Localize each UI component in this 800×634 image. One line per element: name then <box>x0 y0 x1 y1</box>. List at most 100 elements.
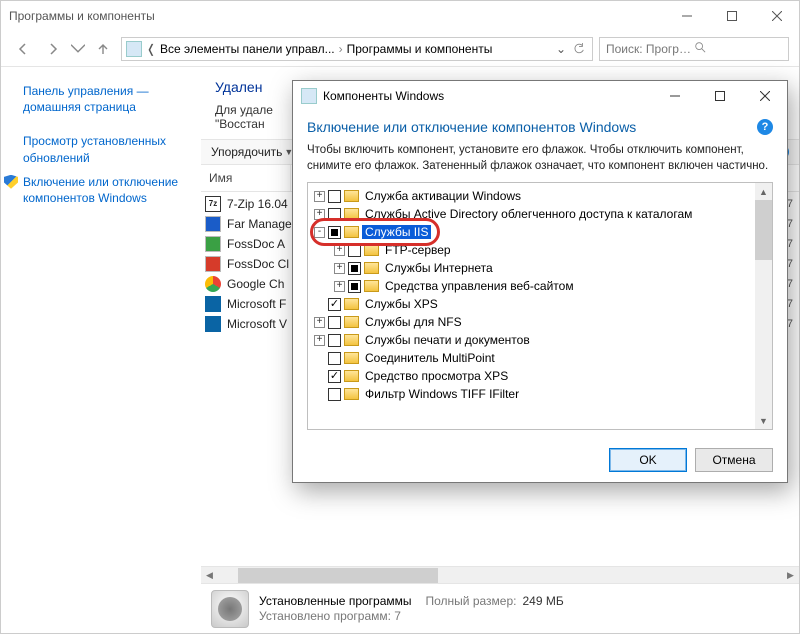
program-icon <box>205 216 221 232</box>
folder-icon <box>344 208 359 220</box>
search-icon <box>694 41 782 56</box>
shield-icon <box>4 175 18 189</box>
tree-node[interactable]: + Службы Active Directory облегченного до… <box>310 205 753 223</box>
cancel-button[interactable]: Отмена <box>695 448 773 472</box>
collapse-icon[interactable]: - <box>314 227 325 238</box>
tree-node[interactable]: +Служба активации Windows <box>310 187 753 205</box>
close-button[interactable] <box>754 1 799 31</box>
checkbox[interactable] <box>348 244 361 257</box>
expand-icon[interactable]: + <box>334 281 345 292</box>
dialog-minimize-button[interactable] <box>652 81 697 111</box>
scroll-thumb[interactable] <box>238 568 438 583</box>
recent-dropdown[interactable] <box>71 37 85 61</box>
status-bar: Установленные программы Полный размер: 2… <box>201 583 799 633</box>
tree-node[interactable]: +Службы Интернета <box>310 259 753 277</box>
organize-button[interactable]: Упорядочить ▼ <box>211 145 293 159</box>
horizontal-scrollbar[interactable]: ◀ ▶ <box>201 566 799 583</box>
scroll-thumb[interactable] <box>755 200 772 260</box>
expand-placeholder <box>314 389 325 400</box>
checkbox[interactable] <box>328 370 341 383</box>
program-name: 7-Zip 16.04 <box>227 197 288 211</box>
status-count: Установлено программ: 7 <box>259 609 564 623</box>
expand-icon[interactable]: + <box>334 263 345 274</box>
chevron-right-icon: ❬ <box>146 42 156 56</box>
minimize-button[interactable] <box>664 1 709 31</box>
status-info: Установленные программы Полный размер: 2… <box>259 594 564 623</box>
expand-icon[interactable]: + <box>314 191 325 202</box>
expand-placeholder <box>314 353 325 364</box>
tree-node[interactable]: +FTP-сервер <box>310 241 753 259</box>
maximize-button[interactable] <box>709 1 754 31</box>
breadcrumb-bar[interactable]: ❬ Все элементы панели управл... › Програ… <box>121 37 593 61</box>
program-icon <box>205 296 221 312</box>
program-name: FossDoc Cl <box>227 257 289 271</box>
sidebar-link-home[interactable]: Панель управления — домашняя страница <box>1 79 201 119</box>
program-icon <box>205 256 221 272</box>
back-button[interactable] <box>11 37 35 61</box>
tree-node-label: Соединитель MultiPoint <box>362 351 498 365</box>
tree-node[interactable]: Средство просмотра XPS <box>310 367 753 385</box>
program-icon: 7z <box>205 196 221 212</box>
checkbox[interactable] <box>348 262 361 275</box>
checkbox[interactable] <box>328 208 341 221</box>
folder-icon <box>344 370 359 382</box>
expand-placeholder <box>314 299 325 310</box>
checkbox[interactable] <box>328 190 341 203</box>
help-icon[interactable]: ? <box>757 119 773 135</box>
breadcrumb-item[interactable]: Программы и компоненты <box>347 42 493 56</box>
folder-icon <box>344 388 359 400</box>
tree-node-label: Средства управления веб-сайтом <box>382 279 577 293</box>
breadcrumb-item[interactable]: Все элементы панели управл... <box>160 42 335 56</box>
checkbox[interactable] <box>328 352 341 365</box>
dialog-maximize-button[interactable] <box>697 81 742 111</box>
tree-node-label: Средство просмотра XPS <box>362 369 511 383</box>
status-size-label: Полный размер: <box>426 594 517 608</box>
tree-node[interactable]: - Службы IIS <box>310 223 753 241</box>
expand-placeholder <box>314 371 325 382</box>
tree-node[interactable]: Соединитель MultiPoint <box>310 349 753 367</box>
checkbox[interactable] <box>328 334 341 347</box>
tree-node[interactable]: Фильтр Windows TIFF IFilter <box>310 385 753 403</box>
features-tree: +Служба активации Windows+Службы Active … <box>307 182 773 430</box>
tree-node-label: Службы для NFS <box>362 315 465 329</box>
checkbox[interactable] <box>328 388 341 401</box>
vertical-scrollbar[interactable]: ▲ ▼ <box>755 183 772 429</box>
expand-icon[interactable]: + <box>334 245 345 256</box>
scroll-up-arrow[interactable]: ▲ <box>755 183 772 200</box>
expand-icon[interactable]: + <box>314 209 325 220</box>
tree-node[interactable]: Службы XPS <box>310 295 753 313</box>
window-buttons <box>664 1 799 31</box>
folder-icon <box>344 298 359 310</box>
refresh-icon[interactable] <box>570 43 588 55</box>
ok-button[interactable]: OK <box>609 448 687 472</box>
sidebar-link-features[interactable]: Включение или отключение компонентов Win… <box>1 170 201 210</box>
scroll-down-arrow[interactable]: ▼ <box>755 412 772 429</box>
scroll-right-arrow[interactable]: ▶ <box>782 567 799 584</box>
expand-icon[interactable]: + <box>314 335 325 346</box>
program-icon <box>205 236 221 252</box>
checkbox[interactable] <box>328 316 341 329</box>
folder-icon <box>364 280 379 292</box>
program-icon <box>205 276 221 292</box>
tree-node[interactable]: + Средства управления веб-сайтом <box>310 277 753 295</box>
dialog-body: Включение или отключение компонентов Win… <box>293 111 787 438</box>
breadcrumb-dropdown[interactable]: ⌄ <box>556 42 566 56</box>
forward-button[interactable] <box>41 37 65 61</box>
programs-icon <box>211 590 249 628</box>
titlebar: Программы и компоненты <box>1 1 799 31</box>
expand-icon[interactable]: + <box>314 317 325 328</box>
search-input[interactable]: Поиск: Программы и компо... <box>599 37 789 61</box>
checkbox[interactable] <box>328 226 341 239</box>
tree-node[interactable]: +Службы печати и документов <box>310 331 753 349</box>
up-button[interactable] <box>91 37 115 61</box>
tree-node-label: Службы IIS <box>362 225 431 239</box>
dialog-heading-row: Включение или отключение компонентов Win… <box>307 119 773 135</box>
tree-node-label: Службы Active Directory облегченного дос… <box>362 207 695 221</box>
scroll-left-arrow[interactable]: ◀ <box>201 567 218 584</box>
checkbox[interactable] <box>348 280 361 293</box>
column-name[interactable]: Имя <box>201 165 291 191</box>
checkbox[interactable] <box>328 298 341 311</box>
dialog-close-button[interactable] <box>742 81 787 111</box>
tree-node[interactable]: + Службы для NFS <box>310 313 753 331</box>
sidebar-link-updates[interactable]: Просмотр установленных обновлений <box>1 129 201 169</box>
